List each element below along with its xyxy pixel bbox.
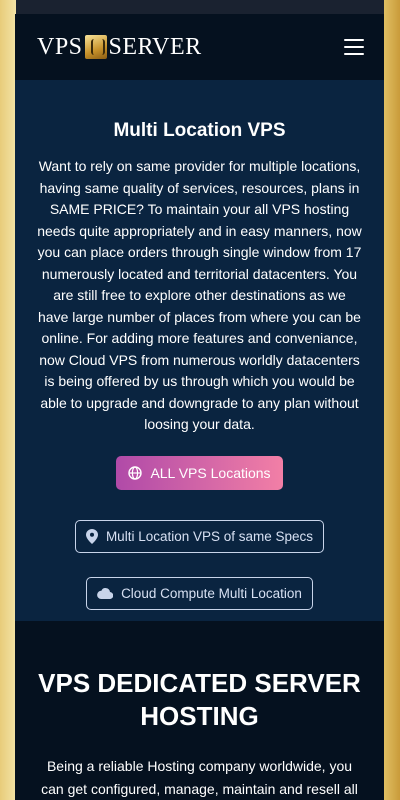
burger-line (344, 46, 364, 48)
cloud-icon (97, 587, 114, 599)
page-frame: VPS SERVER Multi Location VPS Want to re… (15, 14, 384, 800)
section-title: Multi Location VPS (113, 120, 286, 141)
button-label: Cloud Compute Multi Location (121, 585, 302, 601)
logo-text-left: VPS (37, 33, 83, 60)
section-description: Want to rely on same provider for multip… (37, 158, 362, 432)
cloud-compute-button[interactable]: Cloud Compute Multi Location (86, 576, 313, 610)
site-logo[interactable]: VPS SERVER (37, 34, 202, 61)
dedicated-hosting-section: VPS DEDICATED SERVER HOSTING Being a rel… (15, 621, 384, 800)
section-heading: VPS DEDICATED SERVER HOSTING (38, 668, 361, 731)
section-description: Being a reliable Hosting company worldwi… (41, 758, 358, 797)
logo-emblem-icon (84, 35, 107, 59)
top-navbar: VPS SERVER (15, 14, 384, 80)
globe-icon (128, 465, 143, 480)
hamburger-menu-icon[interactable] (344, 39, 364, 55)
burger-line (344, 53, 364, 55)
burger-line (344, 39, 364, 41)
button-label: Multi Location VPS of same Specs (105, 528, 314, 544)
multi-location-section: Multi Location VPS Want to rely on same … (15, 80, 384, 621)
logo-text-right: SERVER (108, 33, 202, 60)
map-marker-icon (85, 528, 98, 544)
same-specs-button[interactable]: Multi Location VPS of same Specs (74, 519, 325, 553)
button-label: ALL VPS Locations (150, 464, 271, 481)
all-vps-locations-button[interactable]: ALL VPS Locations (116, 455, 283, 490)
